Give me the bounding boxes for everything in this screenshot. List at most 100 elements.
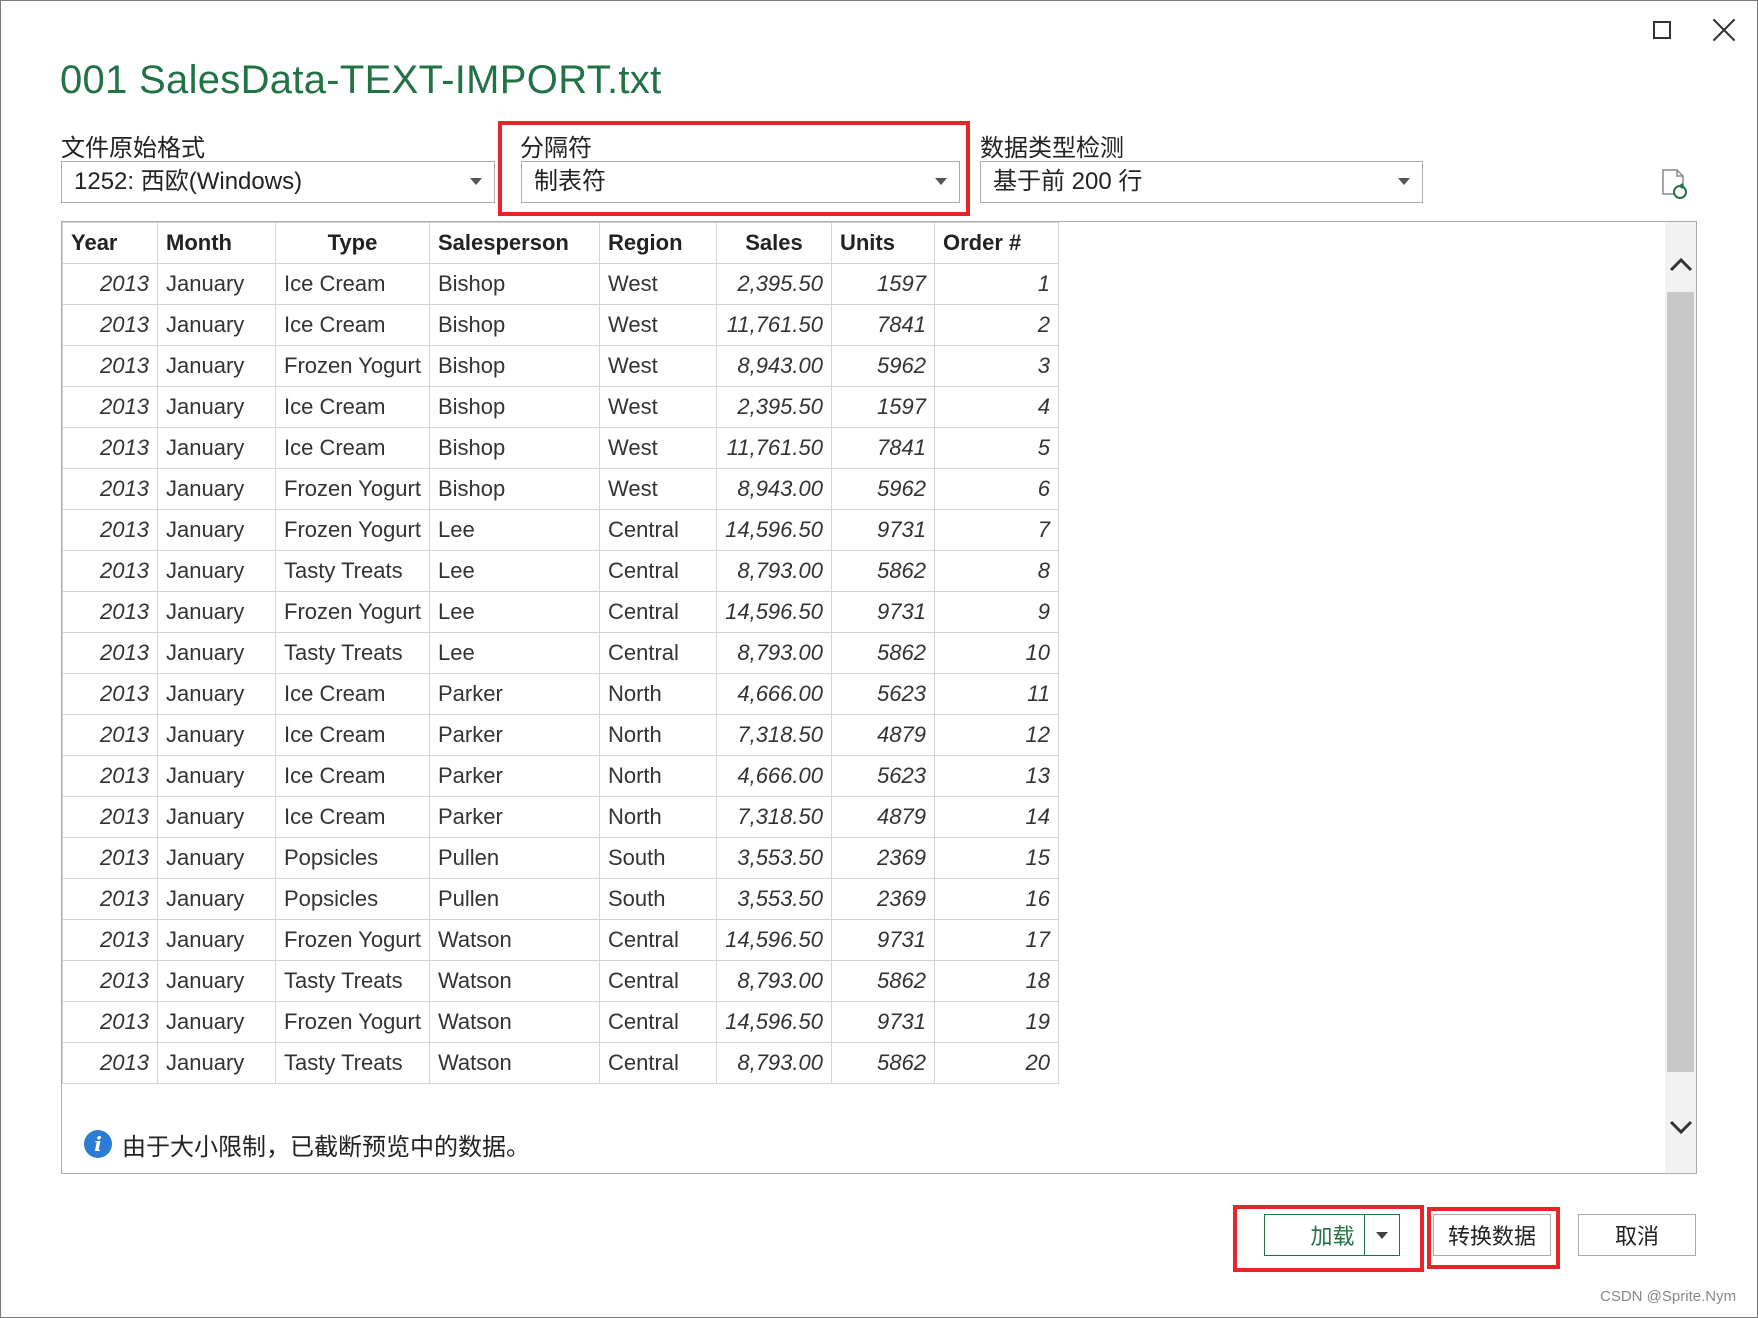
table-cell: 2013: [62, 263, 158, 305]
table-row: 2013 January Ice Cream Parker North 4,666.00 5…: [62, 673, 1059, 715]
table-cell: Tasty Treats: [275, 550, 430, 592]
table-cell: North: [598, 796, 717, 838]
table-cell: 5: [933, 427, 1059, 469]
table-cell: 7,318.50: [715, 796, 832, 838]
table-cell: North: [598, 714, 717, 756]
table-cell: 2013: [62, 632, 158, 674]
table-cell: Watson: [428, 960, 600, 1002]
table-cell: Ice Cream: [275, 304, 430, 346]
file-origin-select[interactable]: 1252: 西欧(Windows): [61, 161, 495, 203]
type-detection-value: 基于前 200 行: [993, 168, 1143, 195]
load-options-button[interactable]: [1364, 1214, 1400, 1256]
table-cell: 2013: [62, 755, 158, 797]
column-header[interactable]: Salesperson: [428, 222, 600, 264]
table-cell: January: [157, 345, 276, 387]
table-row: 2013 January Popsicles Pullen South 3,553.50 2…: [62, 837, 1059, 879]
vertical-scrollbar[interactable]: [1665, 222, 1696, 1173]
table-cell: 2013: [62, 673, 158, 715]
table-cell: January: [157, 878, 276, 920]
table-cell: 4: [933, 386, 1059, 428]
chevron-down-icon: [1398, 178, 1410, 185]
table-cell: West: [598, 386, 717, 428]
table-cell: Central: [598, 1001, 717, 1043]
table-cell: Pullen: [428, 837, 600, 879]
scroll-down-button[interactable]: [1665, 1108, 1696, 1148]
table-cell: Ice Cream: [275, 796, 430, 838]
scroll-up-button[interactable]: [1665, 244, 1696, 284]
table-cell: 2013: [62, 345, 158, 387]
table-cell: 1597: [830, 386, 935, 428]
transform-data-button[interactable]: 转换数据: [1433, 1214, 1551, 1256]
table-cell: 16: [933, 878, 1059, 920]
table-cell: 9731: [830, 919, 935, 961]
table-cell: 2013: [62, 714, 158, 756]
table-cell: 8: [933, 550, 1059, 592]
info-icon: i: [84, 1130, 112, 1158]
table-cell: 8,943.00: [715, 345, 832, 387]
column-header[interactable]: Region: [598, 222, 717, 264]
table-cell: Frozen Yogurt: [275, 468, 430, 510]
delimiter-select[interactable]: 制表符: [521, 161, 960, 203]
file-origin-label: 文件原始格式: [61, 135, 205, 162]
scroll-thumb[interactable]: [1667, 292, 1694, 1072]
table-cell: Ice Cream: [275, 714, 430, 756]
table-cell: Bishop: [428, 386, 600, 428]
data-preview: Year Month Type Salesperson Region Sales…: [61, 221, 1697, 1174]
table-cell: 2013: [62, 960, 158, 1002]
close-button[interactable]: [1704, 10, 1744, 50]
type-detection-label: 数据类型检测: [980, 135, 1124, 162]
table-cell: Frozen Yogurt: [275, 919, 430, 961]
table-cell: 8,943.00: [715, 468, 832, 510]
table-cell: 2013: [62, 427, 158, 469]
table-cell: Ice Cream: [275, 386, 430, 428]
type-detection-select[interactable]: 基于前 200 行: [980, 161, 1423, 203]
table-row: 2013 January Ice Cream Bishop West 2,395.50 15…: [62, 386, 1059, 428]
table-cell: Parker: [428, 796, 600, 838]
table-cell: 14: [933, 796, 1059, 838]
table-cell: Frozen Yogurt: [275, 345, 430, 387]
truncation-notice: i 由于大小限制，已截断预览中的数据。: [84, 1127, 530, 1161]
maximize-button[interactable]: [1642, 10, 1682, 50]
column-header[interactable]: Month: [157, 222, 276, 264]
table-cell: Frozen Yogurt: [275, 509, 430, 551]
column-header[interactable]: Sales: [715, 222, 832, 264]
table-cell: Ice Cream: [275, 263, 430, 305]
table-cell: 11,761.50: [715, 427, 832, 469]
table-cell: 17: [933, 919, 1059, 961]
table-cell: Watson: [428, 1001, 600, 1043]
table-row: 2013 January Tasty Treats Lee Central 8,793.0…: [62, 632, 1059, 674]
column-header[interactable]: Year: [62, 222, 158, 264]
table-cell: South: [598, 878, 717, 920]
chevron-down-icon: [935, 178, 947, 185]
table-cell: 3: [933, 345, 1059, 387]
table-cell: January: [157, 837, 276, 879]
table-cell: Frozen Yogurt: [275, 591, 430, 633]
table-cell: January: [157, 755, 276, 797]
table-row: 2013 January Ice Cream Parker North 7,318.50 4…: [62, 714, 1059, 756]
dialog-title: 001 SalesData-TEXT-IMPORT.txt: [60, 58, 662, 102]
column-header[interactable]: Type: [275, 222, 430, 264]
table-cell: Frozen Yogurt: [275, 1001, 430, 1043]
table-cell: 7841: [830, 304, 935, 346]
column-header[interactable]: Units: [830, 222, 935, 264]
table-row: 2013 January Tasty Treats Lee Central 8,793.0…: [62, 550, 1059, 592]
table-cell: Tasty Treats: [275, 632, 430, 674]
table-cell: Ice Cream: [275, 673, 430, 715]
table-cell: Parker: [428, 673, 600, 715]
cancel-button[interactable]: 取消: [1578, 1214, 1696, 1256]
table-cell: 5623: [830, 755, 935, 797]
table-cell: 5623: [830, 673, 935, 715]
column-header[interactable]: Order #: [933, 222, 1059, 264]
table-cell: 4879: [830, 796, 935, 838]
table-cell: 2013: [62, 1001, 158, 1043]
chevron-down-icon: [1376, 1231, 1388, 1239]
table-row: 2013 January Ice Cream Bishop West 11,761.50 7…: [62, 427, 1059, 469]
table-cell: Parker: [428, 755, 600, 797]
table-cell: January: [157, 263, 276, 305]
table-cell: January: [157, 632, 276, 674]
table-cell: Watson: [428, 919, 600, 961]
table-row: 2013 January Frozen Yogurt Lee Central 14,596…: [62, 591, 1059, 633]
table-cell: 14,596.50: [715, 591, 832, 633]
refresh-icon[interactable]: [1660, 168, 1688, 200]
table-cell: Popsicles: [275, 878, 430, 920]
